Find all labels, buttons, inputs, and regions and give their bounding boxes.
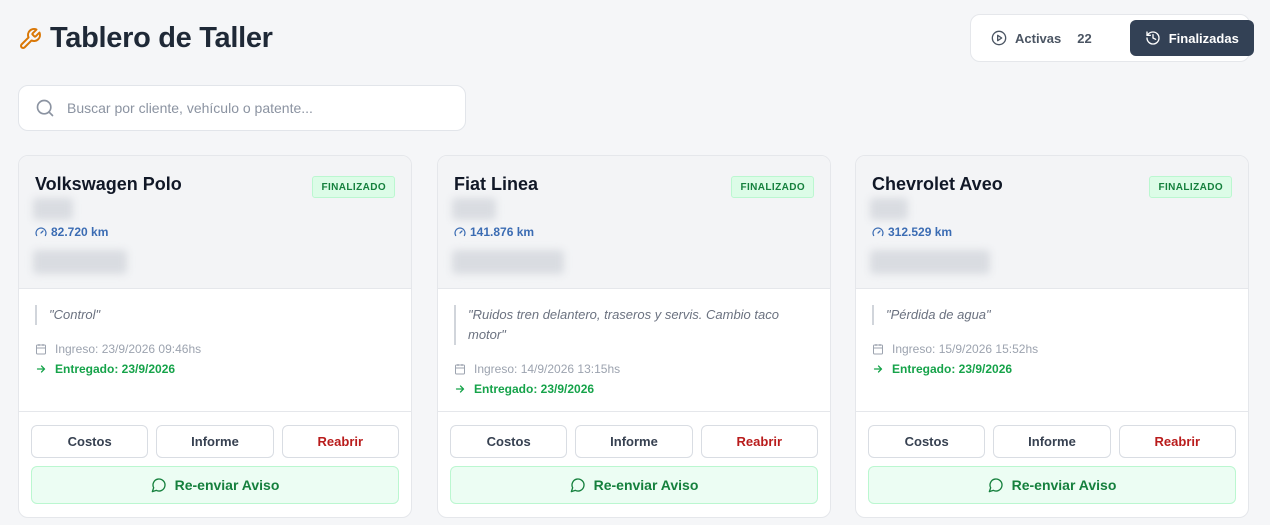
arrow-right-icon	[873, 365, 883, 373]
service-note: "Ruidos tren delantero, traseros y servi…	[454, 305, 814, 345]
mileage-value: 312.529 km	[888, 225, 953, 239]
ingreso-date: Ingreso: 23/9/2026 09:46hs	[55, 342, 202, 356]
entregado-date: Entregado: 23/9/2026	[474, 382, 595, 396]
resend-label: Re-enviar Aviso	[593, 477, 699, 493]
card-actions: Costos Informe Reabrir Re-enviar Aviso	[438, 411, 830, 517]
tab-activas[interactable]: Activas 22	[975, 20, 1108, 56]
service-note: "Pérdida de agua"	[872, 305, 1232, 325]
gauge-icon	[454, 227, 466, 237]
ingreso-row: Ingreso: 23/9/2026 09:46hs	[35, 341, 395, 357]
resend-notice-button[interactable]: Re-enviar Aviso	[31, 466, 399, 504]
card-header: Chevrolet Aveo FINALIZADO 312.529 km	[856, 156, 1248, 289]
card-actions: Costos Informe Reabrir Re-enviar Aviso	[19, 411, 411, 517]
wrench-icon	[20, 27, 41, 49]
dates: Ingreso: 15/9/2026 15:52hs Entregado: 23…	[872, 341, 1232, 377]
entregado-row: Entregado: 23/9/2026	[35, 361, 395, 377]
costs-button[interactable]: Costos	[450, 425, 568, 458]
redacted-plate	[870, 198, 908, 220]
resend-label: Re-enviar Aviso	[174, 477, 280, 493]
calendar-icon	[873, 344, 883, 355]
card-header: Fiat Linea FINALIZADO 141.876 km	[438, 156, 830, 289]
card-body: "Pérdida de agua" Ingreso: 15/9/2026 15:…	[856, 289, 1248, 413]
order-card: Volkswagen Polo FINALIZADO 82.720 km "Co…	[18, 155, 412, 518]
tab-finalizadas[interactable]: Finalizadas	[1129, 20, 1254, 56]
status-badge: FINALIZADO	[731, 176, 814, 198]
redacted-plate	[33, 198, 73, 220]
tab-finalizadas-label: Finalizadas	[1168, 30, 1239, 46]
card-body: "Control" Ingreso: 23/9/2026 09:46hs Ent…	[19, 289, 411, 413]
search-input[interactable]	[67, 100, 437, 116]
message-circle-icon	[988, 478, 1003, 493]
title-group: Tablero de Taller	[18, 22, 273, 55]
ingreso-date: Ingreso: 15/9/2026 15:52hs	[892, 342, 1039, 356]
resend-notice-button[interactable]: Re-enviar Aviso	[868, 466, 1236, 504]
mileage-value: 141.876 km	[470, 225, 535, 239]
redacted-client	[33, 250, 127, 274]
mileage: 141.876 km	[454, 225, 534, 239]
reopen-button[interactable]: Reabrir	[281, 425, 399, 458]
resend-notice-button[interactable]: Re-enviar Aviso	[450, 466, 818, 504]
costs-button[interactable]: Costos	[31, 425, 149, 458]
mileage: 82.720 km	[35, 225, 108, 239]
history-icon	[1146, 31, 1160, 45]
tab-activas-label: Activas	[1015, 30, 1062, 46]
entregado-row: Entregado: 23/9/2026	[454, 381, 814, 397]
search-bar	[18, 85, 466, 131]
redacted-plate	[452, 198, 496, 220]
service-note: "Control"	[35, 305, 395, 325]
page-title: Tablero de Taller	[50, 22, 273, 54]
redacted-client	[452, 250, 564, 274]
message-circle-icon	[570, 478, 585, 493]
calendar-icon	[455, 364, 465, 375]
reopen-button[interactable]: Reabrir	[1118, 425, 1236, 458]
active-count: 22	[1077, 30, 1092, 46]
entregado-row: Entregado: 23/9/2026	[872, 361, 1232, 377]
ingreso-date: Ingreso: 14/9/2026 13:15hs	[474, 362, 621, 376]
entregado-date: Entregado: 23/9/2026	[55, 362, 176, 376]
mileage: 312.529 km	[872, 225, 952, 239]
dates: Ingreso: 14/9/2026 13:15hs Entregado: 23…	[454, 361, 814, 397]
report-button[interactable]: Informe	[993, 425, 1111, 458]
ingreso-row: Ingreso: 15/9/2026 15:52hs	[872, 341, 1232, 357]
order-card: Fiat Linea FINALIZADO 141.876 km "Ruidos…	[437, 155, 831, 518]
calendar-icon	[36, 344, 46, 355]
page-header: Tablero de Taller Activas 22 Finalizadas	[18, 14, 1254, 62]
reopen-button[interactable]: Reabrir	[700, 425, 818, 458]
report-button[interactable]: Informe	[575, 425, 693, 458]
gauge-icon	[35, 227, 47, 237]
arrow-right-icon	[455, 385, 465, 393]
status-badge: FINALIZADO	[312, 176, 395, 198]
order-card: Chevrolet Aveo FINALIZADO 312.529 km "Pé…	[855, 155, 1249, 518]
message-circle-icon	[151, 478, 166, 493]
resend-label: Re-enviar Aviso	[1011, 477, 1117, 493]
dates: Ingreso: 23/9/2026 09:46hs Entregado: 23…	[35, 341, 395, 377]
mileage-value: 82.720 km	[51, 225, 109, 239]
arrow-right-icon	[36, 365, 46, 373]
search-icon	[36, 99, 54, 117]
redacted-client	[870, 250, 990, 274]
costs-button[interactable]: Costos	[868, 425, 986, 458]
play-circle-icon	[991, 30, 1007, 46]
gauge-icon	[872, 227, 884, 237]
card-header: Volkswagen Polo FINALIZADO 82.720 km	[19, 156, 411, 289]
ingreso-row: Ingreso: 14/9/2026 13:15hs	[454, 361, 814, 377]
report-button[interactable]: Informe	[156, 425, 274, 458]
view-toggle: Activas 22 Finalizadas	[970, 14, 1254, 62]
card-body: "Ruidos tren delantero, traseros y servi…	[438, 289, 830, 413]
status-badge: FINALIZADO	[1149, 176, 1232, 198]
card-actions: Costos Informe Reabrir Re-enviar Aviso	[856, 411, 1248, 517]
entregado-date: Entregado: 23/9/2026	[892, 362, 1013, 376]
